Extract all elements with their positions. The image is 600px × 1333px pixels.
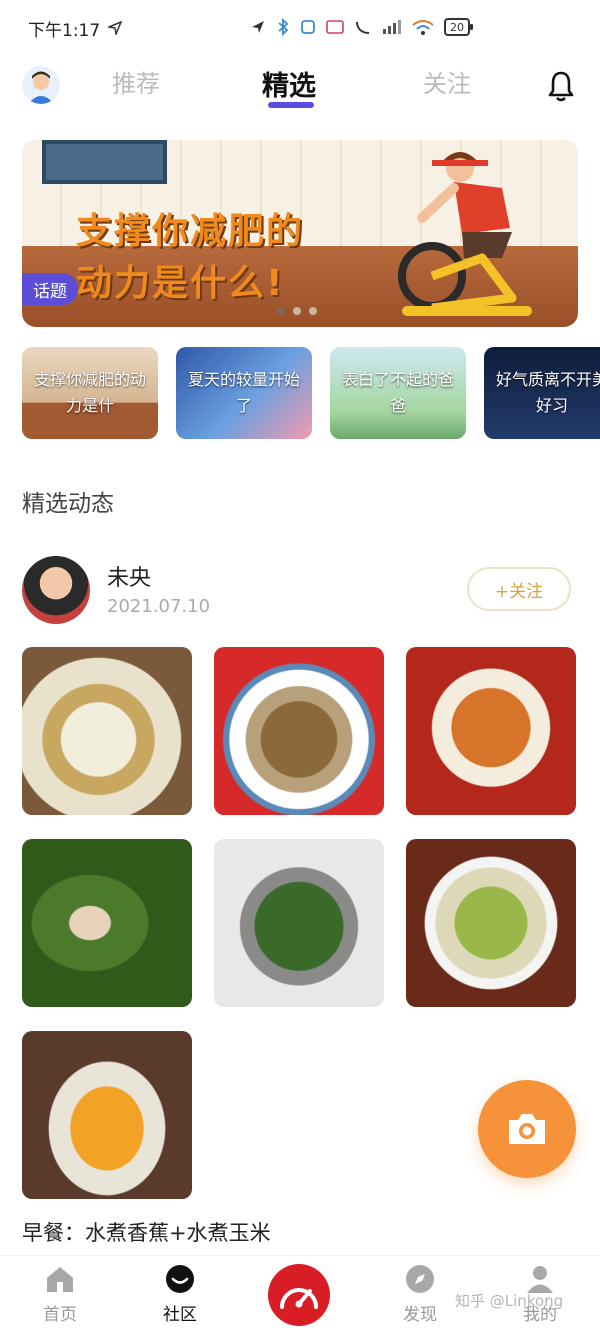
- active-tab-indicator: [268, 102, 314, 108]
- tab-featured[interactable]: 精选: [262, 64, 316, 103]
- featured-banner[interactable]: 支撑你减肥的 动力是什么! 话题: [22, 140, 578, 327]
- status-time: 下午1:17: [28, 20, 101, 41]
- post-photo[interactable]: [22, 839, 192, 1007]
- banner-window-art: [42, 140, 167, 184]
- status-bar: 下午1:17 20: [0, 0, 600, 56]
- post-date: 2021.07.10: [107, 596, 211, 617]
- banner-title: 支撑你减肥的 动力是什么!: [76, 206, 376, 310]
- topic-card-label: 夏天的较量开始了: [187, 370, 300, 415]
- topic-badge: 话题: [22, 273, 78, 305]
- topic-card-label: 表白了不起的爸爸: [341, 370, 454, 415]
- bluetooth-icon: [278, 18, 289, 36]
- nav-home-label: 首页: [43, 1305, 77, 1325]
- section-title: 精选动态: [22, 491, 114, 517]
- nav-community[interactable]: 社区: [140, 1264, 220, 1325]
- signal-icon: [383, 20, 401, 34]
- post-photo[interactable]: [22, 647, 192, 815]
- home-icon: [47, 1267, 73, 1292]
- post-photo[interactable]: [214, 647, 384, 815]
- banner-pagination: [277, 307, 317, 315]
- top-tab-bar: 推荐 精选 关注: [0, 58, 600, 114]
- post-photo[interactable]: [22, 1031, 192, 1199]
- nav-community-label: 社区: [163, 1305, 197, 1325]
- navigation-icon: [252, 21, 264, 33]
- topic-card[interactable]: 夏天的较量开始了: [176, 347, 312, 439]
- nav-discover-label: 发现: [403, 1305, 437, 1325]
- camera-post-button[interactable]: [478, 1080, 576, 1178]
- post-author-avatar[interactable]: [22, 556, 90, 624]
- nav-home[interactable]: 首页: [20, 1264, 100, 1325]
- post-caption: 早餐：水煮香蕉+水煮玉米: [22, 1221, 271, 1245]
- bell-icon[interactable]: [546, 70, 576, 102]
- status-time-group: 下午1:17: [28, 16, 123, 41]
- tab-following[interactable]: 关注: [423, 64, 471, 99]
- follow-button[interactable]: +关注: [467, 567, 571, 611]
- post-photo[interactable]: [406, 839, 576, 1007]
- post-photo[interactable]: [406, 647, 576, 815]
- watermark: 知乎 @Linkong: [455, 1292, 564, 1310]
- topic-carousel[interactable]: 支撑你减肥的动力是什 夏天的较量开始了 表白了不起的爸爸 好气质离不开美好习: [22, 347, 600, 439]
- avatar-icon: [28, 71, 54, 104]
- call-icon: [356, 21, 370, 34]
- post-author-name[interactable]: 未央: [107, 560, 151, 592]
- topic-card[interactable]: 好气质离不开美好习: [484, 347, 600, 439]
- wifi-icon: [412, 20, 434, 35]
- camera-icon: [509, 1114, 545, 1144]
- topic-card-label: 支撑你减肥的动力是什: [33, 370, 146, 415]
- cyclist-illustration: [398, 152, 532, 316]
- community-icon: [166, 1265, 194, 1293]
- pagination-dot: [309, 307, 317, 315]
- pagination-dot: [293, 307, 301, 315]
- banner-title-line2: 动力是什么!: [76, 263, 285, 304]
- post-photo[interactable]: [214, 839, 384, 1007]
- battery-indicator: 20: [444, 18, 473, 36]
- banner-title-line1: 支撑你减肥的: [76, 211, 305, 252]
- status-icons: 20: [250, 18, 473, 36]
- wearable-icon: [301, 20, 315, 34]
- location-arrow-icon: [108, 21, 123, 35]
- speedometer-icon: [280, 1288, 318, 1309]
- topic-card[interactable]: 支撑你减肥的动力是什: [22, 347, 158, 439]
- tab-recommend[interactable]: 推荐: [112, 64, 160, 99]
- nfc-icon: [326, 20, 344, 34]
- nav-discover[interactable]: 发现: [380, 1264, 460, 1325]
- topic-card[interactable]: 表白了不起的爸爸: [330, 347, 466, 439]
- topic-card-label: 好气质离不开美好习: [495, 370, 600, 415]
- compass-icon: [406, 1265, 434, 1293]
- nav-center-button[interactable]: [268, 1264, 330, 1326]
- pagination-dot: [277, 307, 285, 315]
- user-avatar[interactable]: [22, 66, 60, 104]
